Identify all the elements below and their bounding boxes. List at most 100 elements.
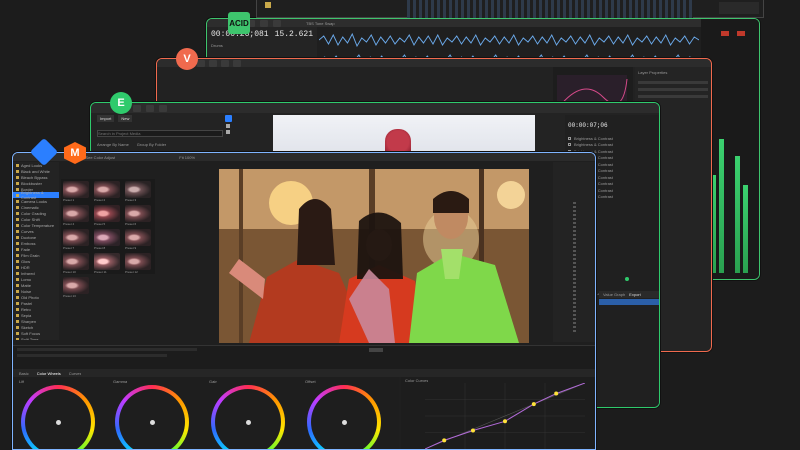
value-graph-bar: Value Graph Export bbox=[599, 291, 659, 298]
folder-icon bbox=[16, 271, 19, 275]
vegas-logo-icon: V bbox=[176, 48, 198, 70]
folder-icon bbox=[16, 313, 19, 317]
crop-tool-icon[interactable] bbox=[226, 130, 230, 134]
folder-label: Noise bbox=[21, 288, 32, 294]
curve-control-point[interactable] bbox=[531, 402, 536, 407]
preset-thumbnail[interactable]: Preset 1 bbox=[63, 181, 91, 202]
mixer-red-button[interactable] bbox=[721, 31, 729, 36]
arrange-by-dropdown[interactable]: Arrange By Name bbox=[97, 142, 129, 147]
wheel-label: Gain bbox=[209, 379, 218, 384]
effects-tool-button[interactable] bbox=[159, 104, 167, 112]
effects-logo-icon: E bbox=[110, 92, 132, 114]
grading-tabs: Basic Color Wheels Curves bbox=[13, 369, 595, 377]
tab-basic[interactable]: Basic bbox=[19, 371, 29, 376]
vertical-slider[interactable] bbox=[573, 202, 576, 332]
tab-color-wheels[interactable]: Color Wheels bbox=[37, 371, 61, 376]
folder-label: Cinematic bbox=[21, 204, 39, 210]
folder-icon bbox=[16, 283, 19, 287]
new-button[interactable]: New bbox=[118, 115, 133, 122]
preset-thumbnail[interactable]: Preset 11 bbox=[94, 253, 122, 274]
acid-track-label: Drums bbox=[211, 43, 223, 48]
folder-label: Retro bbox=[21, 306, 31, 312]
folder-icon bbox=[16, 223, 19, 227]
folder-icon bbox=[16, 163, 19, 167]
folder-icon bbox=[16, 319, 19, 323]
vegas-tool-button[interactable] bbox=[197, 59, 205, 67]
effect-list-item[interactable]: Brightness & Contrast bbox=[574, 142, 613, 147]
folder-label: Infrared bbox=[21, 270, 35, 276]
photo-window: ACDSee Color Adjust Fit 100% Aged Looks B… bbox=[12, 152, 596, 450]
level-meter bbox=[735, 29, 740, 273]
effect-list-item[interactable]: Brightness & Contrast bbox=[574, 136, 613, 141]
effects-tool-button[interactable] bbox=[133, 104, 141, 112]
playback-controls[interactable] bbox=[369, 348, 383, 352]
preset-thumbnail[interactable]: Preset 13 bbox=[63, 277, 91, 298]
vegas-tool-button[interactable] bbox=[221, 59, 229, 67]
folder-label: Old Photo bbox=[21, 294, 39, 300]
preset-thumbnail[interactable]: Preset 2 bbox=[94, 181, 122, 202]
tab-curves[interactable]: Curves bbox=[69, 371, 82, 376]
folder-label: Aged Looks bbox=[21, 162, 43, 168]
preset-thumbnail[interactable]: Preset 5 bbox=[94, 205, 122, 226]
folder-icon bbox=[16, 295, 19, 299]
zoom-level[interactable]: Fit 100% bbox=[179, 155, 195, 160]
folder-icon bbox=[16, 307, 19, 311]
folder-icon bbox=[16, 325, 19, 329]
curve-control-point[interactable] bbox=[442, 438, 447, 443]
lift-color-wheel[interactable] bbox=[21, 385, 95, 449]
preset-thumbnail[interactable]: Preset 4 bbox=[63, 205, 91, 226]
wheel-label: Lift bbox=[19, 379, 25, 384]
level-meter bbox=[743, 29, 748, 273]
hand-tool-icon[interactable] bbox=[226, 124, 230, 128]
gamma-color-wheel[interactable] bbox=[115, 385, 189, 449]
preset-thumbnail[interactable]: Preset 9 bbox=[125, 229, 153, 250]
effects-tool-button[interactable] bbox=[146, 104, 154, 112]
color-curve-graph[interactable] bbox=[425, 383, 585, 449]
acid-logo-icon: ACID bbox=[228, 12, 250, 34]
folder-label: Blockbuster bbox=[21, 180, 42, 186]
folder-label: Matte bbox=[21, 282, 32, 288]
acid-tool-button[interactable] bbox=[260, 19, 268, 27]
acid-top-toolbar: TBS Tone Swap bbox=[207, 19, 759, 27]
project-media-search-input[interactable] bbox=[97, 130, 223, 137]
folder-label: Color Temperature bbox=[21, 222, 55, 228]
folder-icon bbox=[16, 337, 19, 340]
group-by-dropdown[interactable]: Group By Folder bbox=[137, 142, 166, 147]
import-button[interactable]: Import bbox=[97, 115, 115, 122]
folder-icon bbox=[16, 277, 19, 281]
preset-thumbnail[interactable]: Preset 3 bbox=[125, 181, 153, 202]
curve-control-point[interactable] bbox=[503, 419, 507, 424]
export-button[interactable]: Export bbox=[629, 292, 641, 297]
folder-icon bbox=[16, 235, 19, 239]
folder-icon bbox=[16, 199, 19, 203]
gain-color-wheel[interactable] bbox=[211, 385, 285, 449]
desktop-stage: TBS Tone Swap 00:00:26;081 15.2.621 Drum… bbox=[0, 0, 800, 450]
folder-icon bbox=[16, 193, 19, 197]
vegas-tool-button[interactable] bbox=[209, 59, 217, 67]
folder-label: Curves bbox=[21, 228, 34, 234]
folder-label: HDR bbox=[21, 264, 30, 270]
folder-label: Camera Looks bbox=[21, 198, 48, 204]
folder-label: Sharpen bbox=[21, 318, 37, 324]
preset-thumbnail[interactable]: Preset 7 bbox=[63, 229, 91, 250]
offset-color-wheel[interactable] bbox=[307, 385, 381, 449]
top-app-strip bbox=[256, 0, 764, 18]
folder-label: Lomo bbox=[21, 276, 32, 282]
preset-thumbnail[interactable]: Preset 10 bbox=[63, 253, 91, 274]
curve-control-point[interactable] bbox=[554, 391, 559, 396]
preset-thumbnail[interactable]: Preset 12 bbox=[125, 253, 153, 274]
selection-tool-icon[interactable] bbox=[225, 115, 232, 122]
folder-label: Emboss bbox=[21, 240, 36, 246]
preset-thumbnail[interactable]: Preset 6 bbox=[125, 205, 153, 226]
acid-tool-button[interactable] bbox=[273, 19, 281, 27]
mixer-red-button[interactable] bbox=[737, 31, 745, 36]
vegas-tool-button[interactable] bbox=[233, 59, 241, 67]
folder-icon bbox=[16, 205, 19, 209]
folder-icon bbox=[16, 259, 19, 263]
curve-control-point[interactable] bbox=[471, 428, 475, 433]
folder-icon bbox=[16, 217, 19, 221]
folder-label: Bleach Bypass bbox=[21, 174, 48, 180]
folder-label: Duotone bbox=[21, 234, 37, 240]
folder-item[interactable]: Split Tone bbox=[13, 336, 59, 340]
preset-thumbnail[interactable]: Preset 8 bbox=[94, 229, 122, 250]
